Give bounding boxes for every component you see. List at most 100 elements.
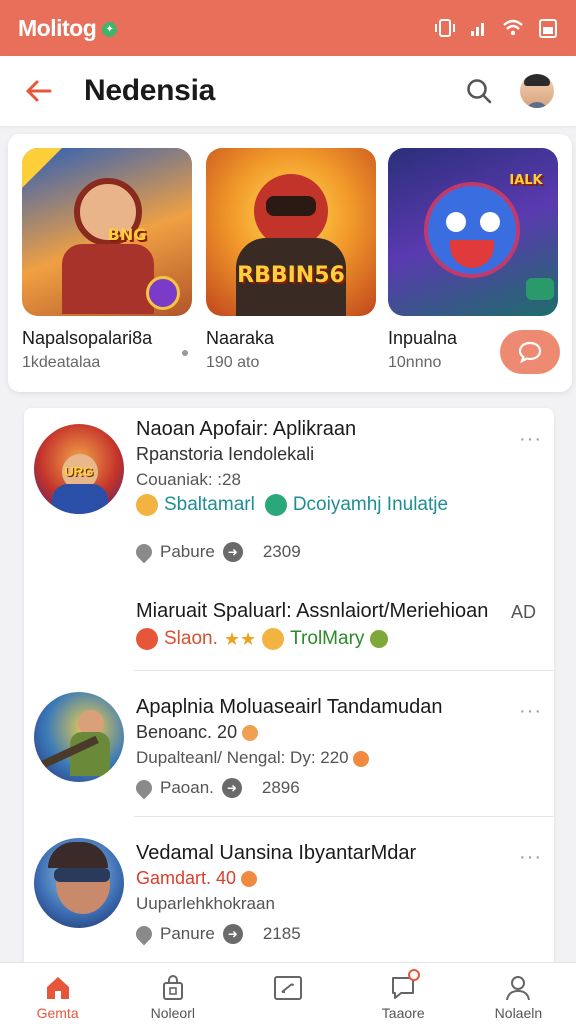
bottom-nav: Gemta Noleorl Taaore Nolaeln — [0, 962, 576, 1024]
emoji-icon — [136, 494, 158, 516]
featured-card-logo: IALK — [509, 173, 543, 188]
list-item-title[interactable]: Apaplnia Moluaseairl Tandamudan — [136, 696, 443, 719]
notification-dot — [408, 969, 421, 981]
list-item-meta: Uuparlehkhokraan — [136, 894, 275, 913]
status-badge: ✦ — [102, 21, 118, 37]
featured-carousel[interactable]: BNG Napalsopalari8a 1kdeatalaa RBBIN56 N… — [8, 134, 572, 392]
list-item-thumbnail[interactable] — [34, 838, 124, 928]
location-icon — [132, 540, 156, 564]
profile-icon — [503, 973, 533, 1003]
list-item-thumbnail[interactable]: URG — [34, 424, 124, 514]
featured-card[interactable]: RBBIN56 Naaraka 190 ato — [206, 148, 376, 371]
featured-card-subtitle: 190 ato — [206, 354, 260, 371]
nav-item-messages[interactable]: Taaore — [346, 963, 461, 1024]
nav-item-profile[interactable]: Nolaeln — [461, 963, 576, 1024]
arrow-right-icon: ➜ — [222, 924, 243, 944]
featured-card[interactable]: IALK Inpualna 10nnno — [388, 148, 558, 371]
list-item-meta-text: Dupalteanl/ Nengal: Dy: 220 — [136, 748, 349, 767]
emoji-icon — [242, 725, 259, 742]
back-button[interactable] — [22, 75, 54, 107]
stat-label: Paoan. — [160, 778, 214, 797]
emoji-icon — [136, 628, 158, 650]
list-item-title[interactable]: Naoan Apofair: Aplikraan — [136, 418, 356, 441]
pen-box-icon — [273, 973, 303, 1003]
list-item-meta: Dupalteanl/ Nengal: Dy: 220 — [136, 748, 370, 768]
featured-card-subtitle: 10nnno — [388, 354, 442, 371]
list-item-subtitle: Benoanc. 20 — [136, 722, 259, 743]
list-item-subtitle: Rpanstoria Iendolekali — [136, 444, 315, 464]
bag-icon — [158, 973, 188, 1003]
home-icon — [43, 973, 73, 1003]
status-app-name: Molitog — [18, 14, 97, 41]
nav-label: Nolaeln — [494, 1005, 543, 1021]
emoji-icon — [241, 871, 258, 888]
search-button[interactable] — [462, 74, 496, 108]
emoji-icon — [353, 750, 370, 767]
featured-card-image: RBBIN56 — [206, 148, 376, 316]
featured-card-logo: RBBIN56 — [237, 263, 345, 288]
stat-value: 2309 — [262, 542, 301, 561]
stat-value: 2896 — [261, 778, 300, 797]
list-item-subtitle-text: Benoanc. 20 — [136, 722, 238, 742]
nav-item-edit[interactable] — [230, 963, 345, 1024]
nav-item-home[interactable]: Gemta — [0, 963, 115, 1024]
location-icon — [132, 776, 156, 800]
search-icon — [467, 79, 492, 104]
tag-label: Dcoiyamhj Inulatje — [292, 494, 449, 515]
arrow-right-icon: ➜ — [222, 542, 243, 562]
list-item-tags: Slaon. ★★ TrolMary — [136, 628, 389, 650]
nav-label: Taaore — [381, 1005, 425, 1021]
more-options-button[interactable]: ··· — [519, 700, 542, 723]
nav-label: Noleorl — [150, 1005, 195, 1021]
status-icons — [434, 17, 558, 39]
list-item-stats: Pabure ➜ 2309 — [132, 540, 301, 564]
featured-card-subtitle: 1kdeatalaa — [22, 354, 101, 371]
thumbnail-logo: URG — [64, 464, 94, 479]
emoji-icon — [370, 630, 389, 648]
emoji-icon — [262, 628, 285, 650]
divider — [134, 670, 554, 671]
list-item-meta: Couaniak: :28 — [136, 470, 241, 489]
location-icon — [132, 922, 156, 946]
list-item-subtitle: Gamdart. 40 — [136, 868, 258, 889]
app-bar: Nedensia — [0, 56, 576, 126]
arrow-right-icon: ➜ — [221, 778, 242, 798]
wifi-icon — [503, 19, 523, 36]
emoji-icon — [264, 494, 287, 516]
list-item-thumbnail[interactable] — [34, 692, 124, 782]
chat-bubble-icon — [518, 341, 542, 364]
divider — [134, 816, 554, 817]
app-list: URG Naoan Apofair: Aplikraan Rpanstoria … — [24, 408, 554, 968]
signal-icon — [471, 23, 484, 36]
tag-label: Sbaltamarl — [164, 494, 255, 515]
tag-label: Slaon. — [164, 628, 218, 649]
featured-card-title: Napalsopalari8a — [22, 328, 153, 348]
avatar[interactable] — [520, 74, 554, 108]
featured-card-title: Naaraka — [206, 328, 275, 348]
list-item-tags: Sbaltamarl Dcoiyamhj Inulatje — [136, 494, 448, 516]
battery-icon — [539, 19, 557, 38]
nav-item-bag[interactable]: Noleorl — [115, 963, 230, 1024]
nav-label: Gemta — [36, 1005, 79, 1021]
featured-card-logo: BNG — [107, 225, 147, 244]
list-item-stats: Paoan. ➜ 2896 — [132, 776, 300, 800]
stat-label: Pabure — [160, 542, 215, 561]
chat-icon — [388, 969, 421, 1003]
more-options-button[interactable]: ··· — [519, 846, 542, 869]
featured-card-image: IALK — [388, 148, 558, 316]
list-item-title[interactable]: Miaruait Spaluarl: Assnlaiort/Meriehioan — [136, 600, 488, 623]
vibrate-icon — [435, 19, 455, 37]
ad-badge: AD — [510, 602, 536, 622]
chat-button[interactable] — [500, 330, 560, 374]
featured-card-title: Inpualna — [388, 328, 458, 348]
featured-card[interactable]: BNG Napalsopalari8a 1kdeatalaa — [22, 148, 192, 371]
stat-value: 2185 — [262, 924, 301, 943]
list-item-title[interactable]: Vedamal Uansina IbyantarMdar — [136, 842, 416, 865]
status-bar: Molitog ✦ — [0, 0, 576, 56]
stat-label: Panure — [160, 924, 215, 943]
more-options-button[interactable]: ··· — [519, 428, 542, 451]
tag-label: TrolMary — [290, 628, 365, 649]
list-item-subtitle-text: Gamdart. 40 — [136, 868, 237, 888]
featured-card-image: BNG — [22, 148, 192, 316]
list-item-stats: Panure ➜ 2185 — [132, 922, 301, 946]
